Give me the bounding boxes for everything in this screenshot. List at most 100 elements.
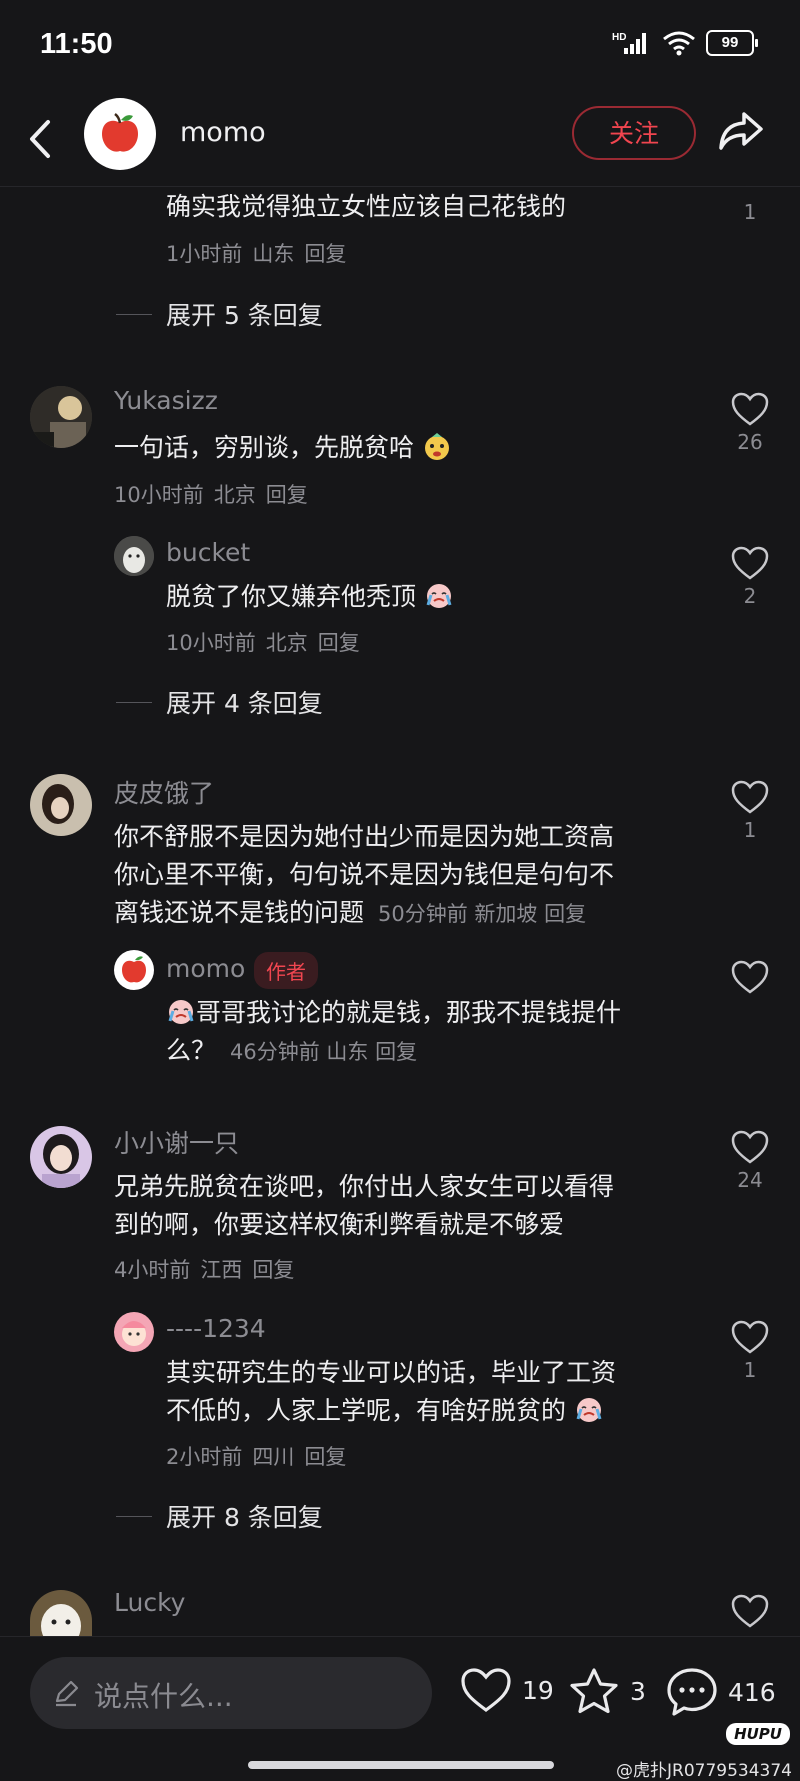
avatar[interactable] (114, 1312, 154, 1352)
avatar[interactable] (30, 1590, 92, 1636)
like-count: 2 (743, 584, 757, 608)
comment-text: 你不舒服不是因为她付出少而是因为她工资高 (114, 822, 615, 851)
like-post-button[interactable]: 19 (460, 1667, 554, 1713)
wifi-icon (663, 31, 695, 56)
like-button[interactable]: 1 (720, 780, 780, 842)
comment-time: 50分钟前 (377, 902, 468, 926)
status-bar: 11:50 HD 99 (0, 0, 800, 92)
crying-emoji-icon (168, 1000, 194, 1024)
comment-body: 么？ (166, 1036, 217, 1065)
reply-button[interactable]: 回复 (544, 902, 586, 926)
like-count: 1 (743, 200, 757, 224)
comment-body: 离钱还说不是钱的问题 (114, 898, 365, 927)
comment-body: 脱贫了你又嫌弃他秃顶 (166, 582, 417, 611)
comment-text: 确实我觉得独立女性应该自己花钱的 (166, 192, 567, 221)
avatar[interactable] (30, 1126, 92, 1188)
like-button[interactable]: 2 (720, 546, 780, 608)
author-name[interactable]: momo (180, 117, 266, 148)
expand-replies-button[interactable]: 展开 5 条回复 (116, 296, 323, 332)
follow-button[interactable]: 关注 (572, 106, 696, 160)
divider (116, 313, 152, 315)
reply-button[interactable]: 回复 (318, 631, 360, 655)
like-button[interactable]: 24 (720, 1130, 780, 1192)
share-icon (719, 112, 763, 150)
heart-icon (731, 392, 769, 426)
reply-button[interactable]: 回复 (375, 1040, 417, 1064)
hupu-logo: HUPU (726, 1723, 790, 1745)
comment-username[interactable]: ----1234 (166, 1314, 266, 1343)
comment-input[interactable]: 说点什么... (30, 1657, 432, 1729)
heart-icon (731, 960, 769, 994)
comment-meta: 2小时前 四川 回复 (166, 1441, 356, 1471)
comment-meta: 4小时前 江西 回复 (114, 1254, 304, 1284)
comment-meta: 10小时前 北京 回复 (114, 479, 318, 509)
pen-icon (55, 1680, 79, 1707)
comment-username[interactable]: Lucky (114, 1588, 185, 1617)
comment-location: 山东 (326, 1040, 369, 1064)
comment-text: 脱贫了你又嫌弃他秃顶 (166, 578, 454, 616)
comment-time: 46分钟前 (229, 1040, 320, 1064)
reply-button[interactable]: 回复 (304, 242, 346, 266)
comment-text: 一句话，穷别谈，先脱贫哈 (114, 429, 452, 467)
comment-text: 哥哥我讨论的就是钱，那我不提钱提什 (166, 994, 621, 1032)
star-icon (570, 1668, 618, 1714)
heart-icon (731, 1320, 769, 1354)
like-button[interactable] (720, 960, 780, 994)
crying-emoji-icon (576, 1398, 602, 1422)
net-label: HD (612, 32, 626, 43)
reply-button[interactable]: 回复 (266, 483, 308, 507)
comment-username[interactable]: 小小谢一只 (114, 1124, 239, 1160)
share-button[interactable] (716, 108, 766, 154)
like-button[interactable]: 1 (720, 1320, 780, 1382)
avatar[interactable] (114, 950, 154, 990)
home-indicator[interactable] (248, 1761, 554, 1769)
avatar[interactable] (114, 536, 154, 576)
comment-text: 其实研究生的专业可以的话，毕业了工资 (166, 1358, 617, 1387)
expand-label: 展开 5 条回复 (166, 301, 323, 330)
comment-location: 北京 (265, 631, 308, 655)
comment-text: 到的啊，你要这样权衡利弊看就是不够爱 (114, 1210, 565, 1239)
user-avatar-image (30, 774, 92, 836)
comment-text: 兄弟先脱贫在谈吧，你付出人家女生可以看得 (114, 1172, 615, 1201)
comments-button[interactable]: 416 (666, 1667, 776, 1717)
avatar[interactable] (30, 774, 92, 836)
comment-username[interactable]: momo (166, 954, 245, 983)
user-avatar-image (30, 1590, 92, 1636)
user-avatar-image (114, 536, 154, 576)
watermark: @虎扑JR0779534374 (616, 1761, 792, 1781)
reply-button[interactable]: 回复 (252, 1258, 294, 1282)
like-count: 26 (737, 430, 763, 454)
author-avatar[interactable] (84, 98, 156, 170)
comment-username[interactable]: bucket (166, 538, 250, 567)
like-button[interactable]: 26 (720, 392, 780, 454)
favorite-button[interactable]: 3 (568, 1667, 646, 1715)
divider (116, 701, 152, 703)
back-button[interactable] (22, 112, 62, 166)
signal-icon: HD (612, 32, 646, 54)
battery-icon: 99 (706, 30, 758, 56)
expand-replies-button[interactable]: 展开 4 条回复 (116, 684, 323, 720)
user-avatar-image (30, 386, 92, 448)
reply-button[interactable]: 回复 (304, 1445, 346, 1469)
comment-bubble-icon (667, 1668, 717, 1716)
expand-replies-button[interactable]: 展开 8 条回复 (116, 1498, 323, 1534)
avatar[interactable] (30, 386, 92, 448)
divider (116, 1515, 152, 1517)
favorite-count: 3 (630, 1676, 646, 1706)
like-count: 24 (737, 1168, 763, 1192)
comment-text: 你心里不平衡，句句说不是因为钱但是句句不 (114, 860, 615, 889)
user-avatar-image (30, 1126, 92, 1188)
like-button[interactable]: 1 (720, 196, 780, 224)
comment-meta: 1小时前 山东 回复 (166, 238, 356, 268)
comment-count: 416 (728, 1677, 776, 1707)
comment-username[interactable]: 皮皮饿了 (114, 774, 214, 810)
heart-icon (731, 546, 769, 580)
comment-time: 4小时前 (114, 1258, 191, 1282)
comment-time: 1小时前 (166, 242, 243, 266)
heart-icon (731, 1594, 769, 1628)
heart-icon (461, 1668, 511, 1712)
like-button[interactable] (720, 1594, 780, 1628)
comment-time: 2小时前 (166, 1445, 243, 1469)
expand-label: 展开 8 条回复 (166, 1503, 323, 1532)
comment-username[interactable]: Yukasizz (114, 386, 218, 415)
